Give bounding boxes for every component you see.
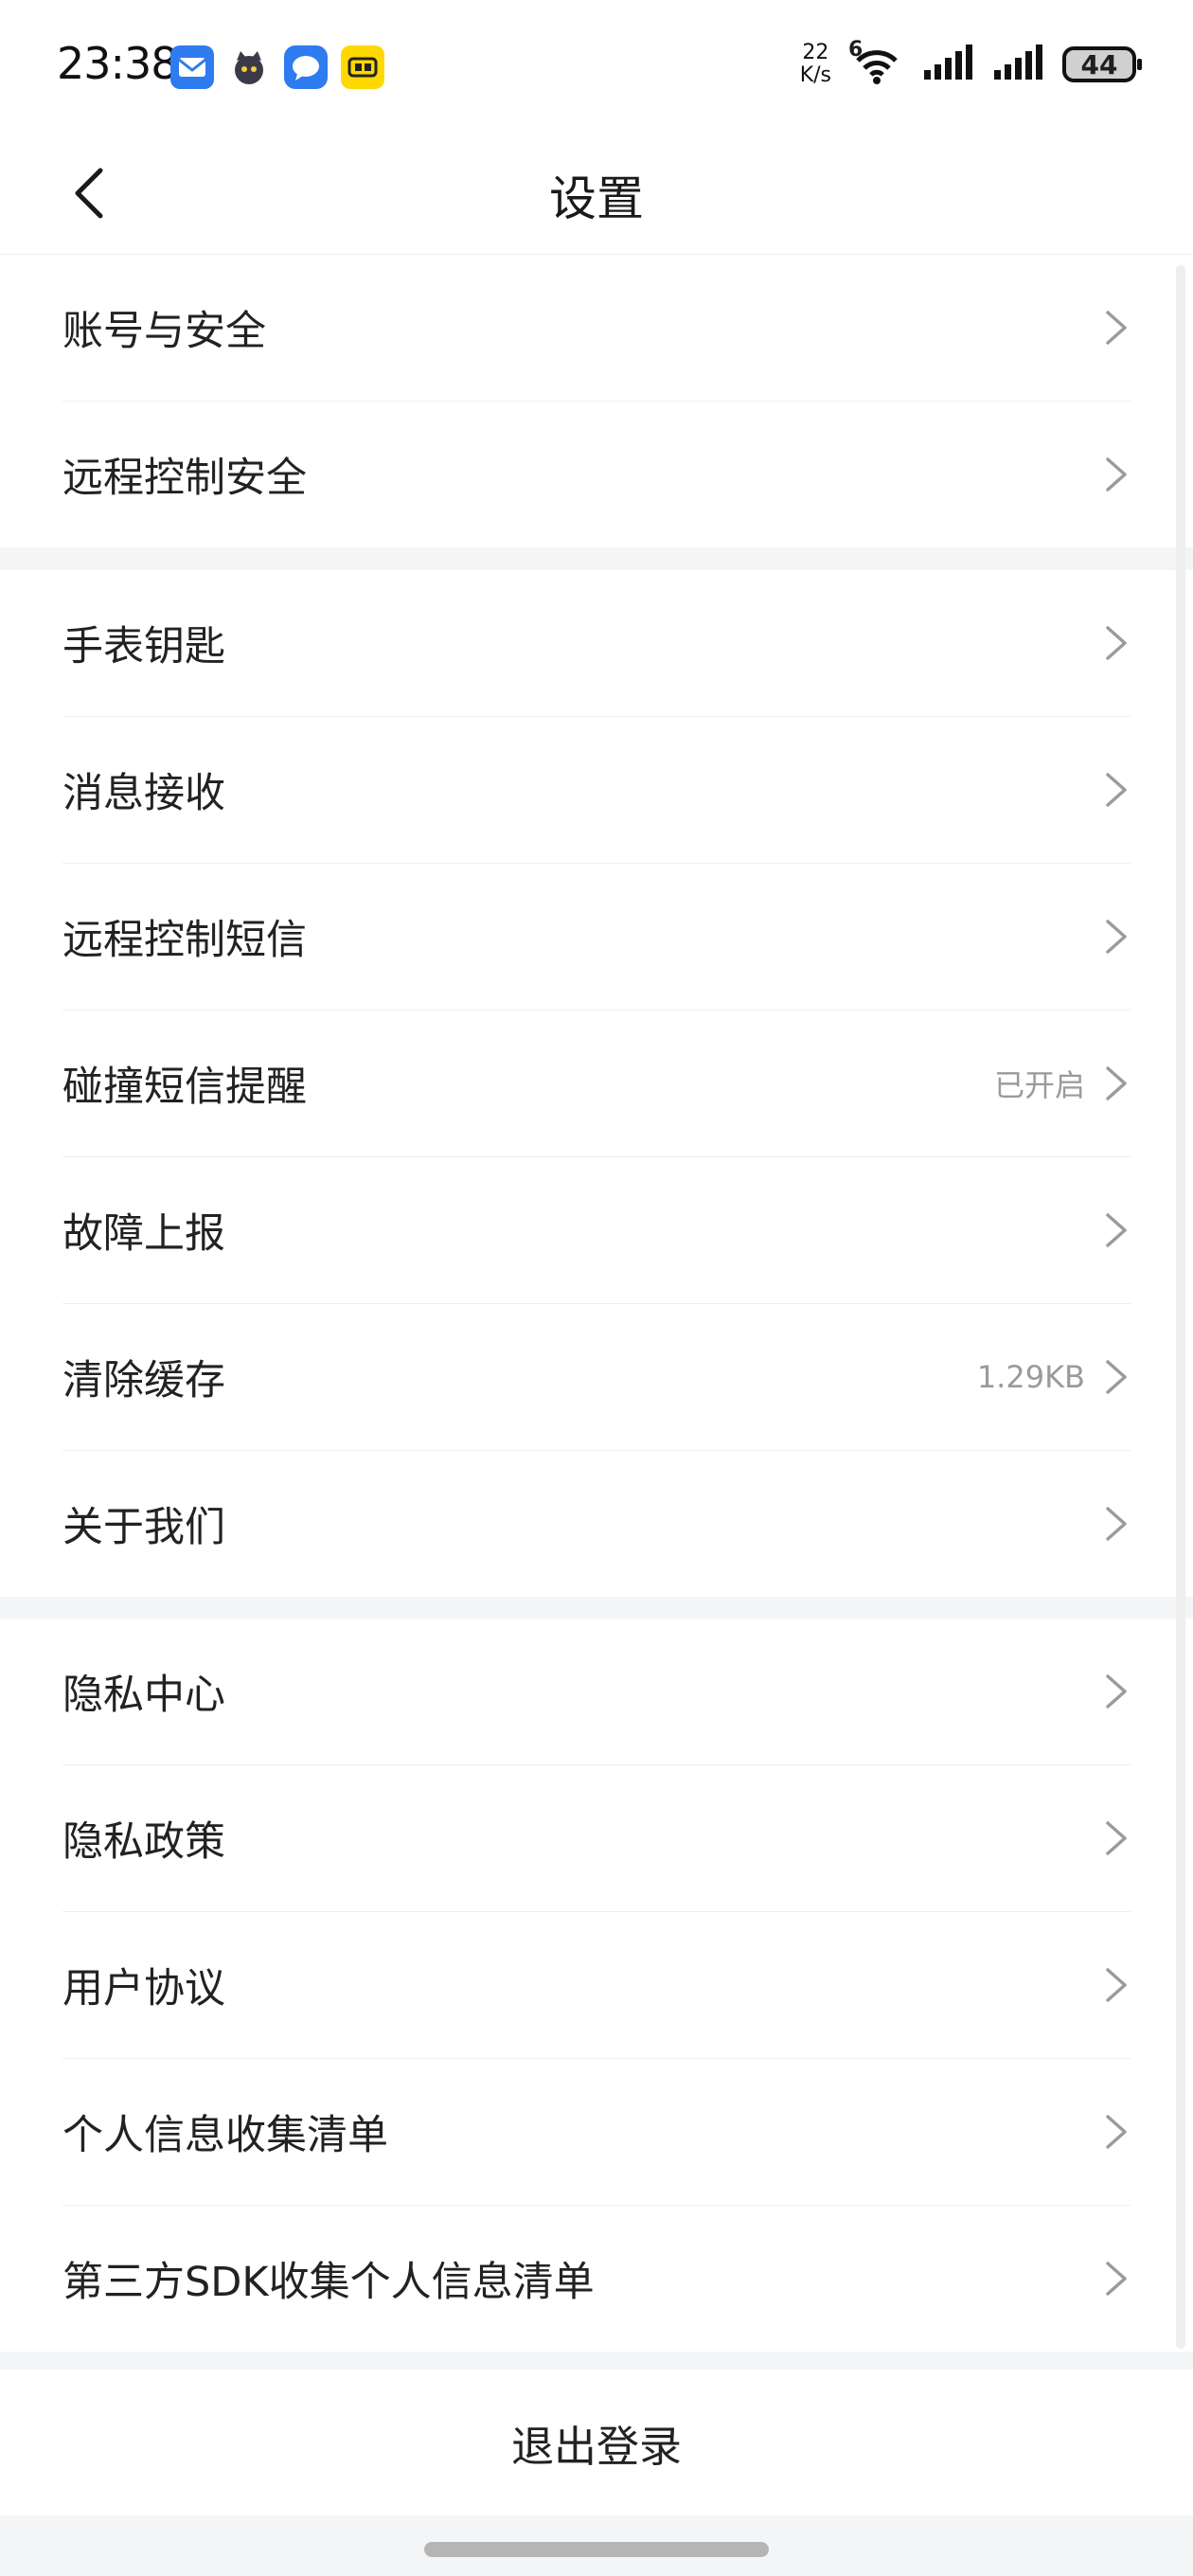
row-label: 隐私中心 [62, 1672, 225, 1719]
chevron-right-icon [1106, 1968, 1127, 2002]
settings-row-account-security[interactable]: 账号与安全 [62, 255, 1131, 402]
battery-icon: 44 [1062, 46, 1142, 82]
settings-row-watch-key[interactable]: 手表钥匙 [62, 570, 1131, 717]
row-label: 关于我们 [62, 1504, 225, 1551]
settings-row-about-us[interactable]: 关于我们 [62, 1451, 1131, 1597]
row-label: 碰撞短信提醒 [62, 1064, 307, 1111]
settings-row-privacy-center[interactable]: 隐私中心 [62, 1619, 1131, 1765]
status-right: 22 K/s 6 44 [800, 38, 1142, 87]
settings-row-personal-info-list[interactable]: 个人信息收集清单 [62, 2059, 1131, 2206]
cat-app-icon [227, 45, 271, 89]
chevron-right-icon [1106, 1066, 1127, 1100]
row-label: 远程控制安全 [62, 455, 307, 502]
settings-row-collision-sms-reminder[interactable]: 碰撞短信提醒 已开启 [62, 1011, 1131, 1157]
navigation-bar: 设置 [0, 133, 1193, 255]
signal-icon-sim2 [992, 44, 1045, 85]
wifi-icon: 6 [848, 38, 905, 87]
chevron-right-icon [1106, 2115, 1127, 2149]
row-label: 清除缓存 [62, 1357, 225, 1404]
row-label: 消息接收 [62, 770, 225, 817]
signal-icon-sim1 [922, 44, 975, 85]
notification-icons [170, 45, 384, 89]
chevron-right-icon [1106, 1507, 1127, 1541]
chevron-right-icon [1106, 311, 1127, 345]
chevron-right-icon [1106, 2262, 1127, 2296]
settings-group-privacy: 隐私中心 隐私政策 用户协议 个人信息收集清单 第三方SDK收集个人信息清单 [0, 1619, 1193, 2352]
row-label: 手表钥匙 [62, 623, 225, 671]
settings-row-third-party-sdk-list[interactable]: 第三方SDK收集个人信息清单 [62, 2206, 1131, 2352]
chevron-right-icon [1106, 626, 1127, 660]
settings-row-remote-control-sms[interactable]: 远程控制短信 [62, 864, 1131, 1011]
wifi-label: 6 [848, 38, 864, 62]
row-label: 故障上报 [62, 1210, 225, 1258]
row-label: 第三方SDK收集个人信息清单 [62, 2259, 595, 2306]
page-title: 设置 [549, 171, 644, 226]
row-label: 用户协议 [62, 1965, 225, 2012]
chevron-right-icon [1106, 1213, 1127, 1247]
cache-size-value: 1.29KB [976, 1359, 1085, 1395]
row-label: 账号与安全 [62, 308, 266, 355]
settings-row-clear-cache[interactable]: 清除缓存 1.29KB [62, 1304, 1131, 1451]
network-speed-value: 22 [802, 41, 829, 64]
chevron-right-icon [1106, 773, 1127, 807]
network-speed: 22 K/s [800, 42, 831, 87]
network-speed-unit: K/s [799, 63, 831, 87]
xianyu-app-icon [341, 45, 384, 89]
row-label: 个人信息收集清单 [62, 2112, 388, 2159]
status-value: 已开启 [993, 1067, 1085, 1103]
chevron-right-icon [1106, 1674, 1127, 1708]
scrollbar[interactable] [1176, 265, 1185, 2349]
status-time: 23:38 [57, 38, 179, 89]
chevron-right-icon [1106, 457, 1127, 492]
settings-row-fault-report[interactable]: 故障上报 [62, 1157, 1131, 1304]
logout-button[interactable]: 退出登录 [0, 2370, 1193, 2515]
home-indicator[interactable] [424, 2542, 769, 2557]
mail-icon [170, 45, 214, 89]
settings-row-privacy-policy[interactable]: 隐私政策 [62, 1765, 1131, 1912]
settings-row-message-receive[interactable]: 消息接收 [62, 717, 1131, 864]
chevron-right-icon [1106, 920, 1127, 954]
chat-icon [284, 45, 328, 89]
row-label: 远程控制短信 [62, 917, 307, 964]
chevron-right-icon [1106, 1821, 1127, 1855]
settings-row-user-agreement[interactable]: 用户协议 [62, 1912, 1131, 2059]
settings-row-remote-control-security[interactable]: 远程控制安全 [62, 402, 1131, 547]
row-label: 隐私政策 [62, 1818, 225, 1866]
chevron-right-icon [1106, 1360, 1127, 1394]
settings-group-general: 手表钥匙 消息接收 远程控制短信 碰撞短信提醒 已开启 故障上报 清除缓存 1.… [0, 570, 1193, 1597]
settings-group-account: 账号与安全 远程控制安全 [0, 255, 1193, 547]
status-bar: 23:38 22 K/s 6 44 [0, 0, 1193, 133]
